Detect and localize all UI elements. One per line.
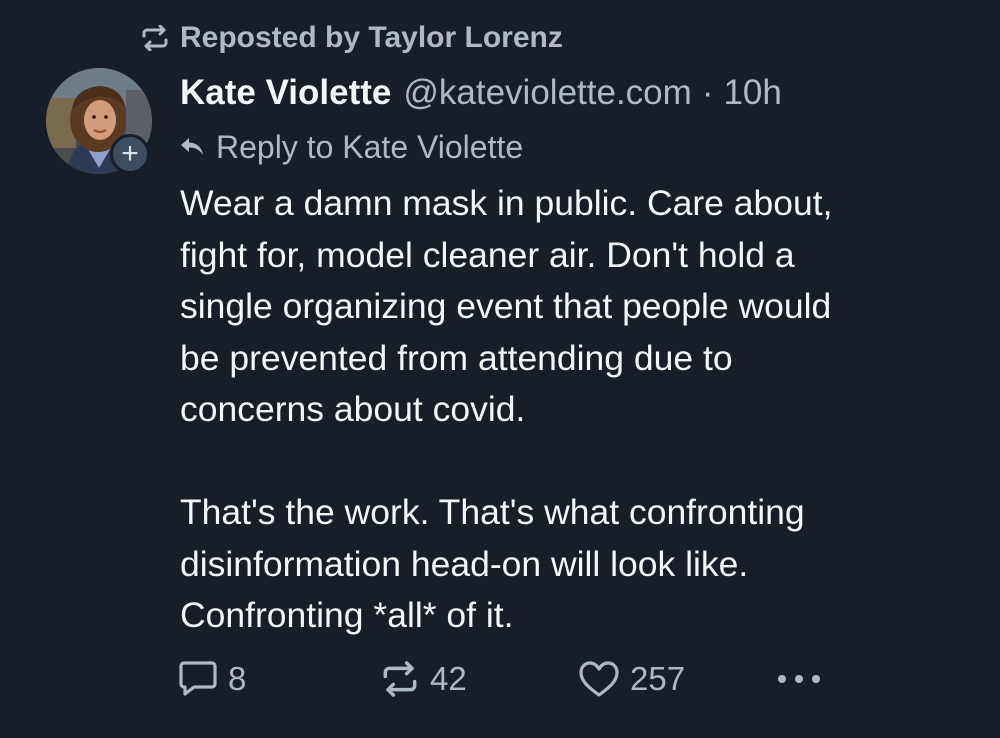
post-timestamp[interactable]: 10h — [723, 73, 781, 113]
reply-context-text: Reply to Kate Violette — [216, 128, 524, 165]
reply-context[interactable]: Reply to Kate Violette — [180, 126, 523, 168]
repost-banner[interactable]: Reposted by Taylor Lorenz — [140, 18, 563, 58]
plus-icon: + — [121, 137, 139, 170]
heart-icon — [579, 661, 619, 697]
separator-dot: · — [701, 73, 714, 112]
like-count: 257 — [630, 660, 686, 697]
like-button[interactable]: 257 — [578, 654, 685, 704]
more-icon — [778, 675, 820, 683]
reply-arrow-icon — [181, 138, 203, 155]
author-display-name[interactable]: Kate Violette — [180, 73, 391, 113]
repost-icon — [383, 661, 417, 697]
repost-count: 42 — [430, 660, 467, 697]
reply-button[interactable]: 8 — [178, 654, 246, 704]
more-options-button[interactable] — [776, 654, 832, 704]
repost-banner-text: Reposted by Taylor Lorenz — [180, 21, 563, 54]
follow-button[interactable]: + — [110, 134, 150, 174]
repost-button[interactable]: 42 — [380, 654, 467, 704]
repost-icon — [142, 25, 168, 51]
post-header: Kate Violette @kateviolette.com · 10h — [180, 70, 782, 116]
comment-icon — [179, 661, 217, 696]
reply-count: 8 — [228, 660, 247, 697]
post-body: Wear a damn mask in public. Care about, … — [180, 183, 833, 635]
author-handle[interactable]: @kateviolette.com — [403, 73, 691, 113]
